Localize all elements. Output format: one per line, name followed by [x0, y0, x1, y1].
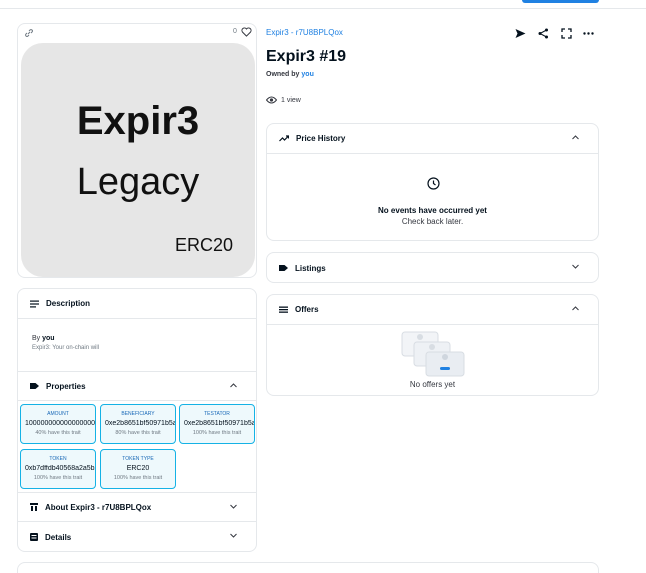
- trait-type: TOKEN TYPE: [122, 456, 154, 462]
- about-heading: About Expir3 - r7U8BPLQox: [45, 502, 152, 512]
- artwork-subtitle: Legacy: [76, 161, 200, 203]
- tag-icon: [30, 383, 39, 389]
- view-count-label: 1 view: [281, 96, 301, 104]
- chevron-up-icon: [572, 306, 579, 311]
- trending-icon: [279, 135, 289, 142]
- trait-rarity: 100% have this trait: [192, 430, 242, 436]
- trait-rarity: 40% have this trait: [35, 430, 81, 436]
- image-card: 0 Expir3 Legacy ERC20: [17, 23, 257, 278]
- more-options-icon[interactable]: [583, 28, 594, 39]
- trait-rarity: 80% have this trait: [115, 430, 161, 436]
- trait-type: BENEFICIARY: [121, 411, 155, 417]
- trait-testator[interactable]: TESTATOR 0xe2b8651bf50971b5a7cbbf1348c2f…: [179, 404, 255, 444]
- tag-icon: [279, 265, 288, 271]
- favorite-count: 0: [233, 28, 237, 35]
- view-count: 1 view: [266, 96, 301, 104]
- trait-beneficiary[interactable]: BENEFICIARY 0xe2b8651bf50971b5a7cbbf1348…: [100, 404, 176, 444]
- trait-rarity: 100% have this trait: [33, 475, 83, 481]
- offers-card: Offers No offers yet: [266, 294, 599, 396]
- trait-rarity: 100% have this trait: [113, 475, 163, 481]
- chevron-up-icon: [230, 383, 237, 388]
- description-heading: Description: [46, 299, 91, 308]
- empty-events-title: No events have occurred yet: [378, 206, 487, 215]
- properties-heading: Properties: [46, 381, 86, 391]
- trait-token-type[interactable]: TOKEN TYPE ERC20 100% have this trait: [100, 449, 176, 489]
- eye-icon: [266, 96, 277, 104]
- details-icon: [30, 533, 38, 541]
- activity-card: [17, 562, 599, 573]
- trait-type: TESTATOR: [204, 411, 230, 417]
- by-prefix: By: [32, 335, 41, 342]
- about-header[interactable]: About Expir3 - r7U8BPLQox: [18, 492, 256, 522]
- description-text: Expir3: Your on-chain will: [32, 345, 100, 351]
- trait-type: AMOUNT: [47, 411, 69, 417]
- offers-list-icon: [279, 306, 288, 313]
- trait-amount[interactable]: AMOUNT 1000000000000000000000 40% have t…: [20, 404, 96, 444]
- properties-header[interactable]: Properties: [18, 371, 256, 401]
- owner-line: Owned by you: [266, 71, 314, 78]
- clock-icon: [427, 177, 440, 190]
- trait-value: 0xe2b8651bf50971b5a7cbbf1348c2f3f6ad3fc1…: [184, 420, 254, 427]
- info-card: Description By you Expir3: Your on-chain…: [17, 288, 257, 552]
- link-icon[interactable]: [24, 28, 34, 38]
- artwork-title: Expir3: [76, 99, 200, 143]
- trait-value: 0xb7dffdb40568a2a5b2a7ec7f4f5a1e3c: [25, 465, 95, 472]
- top-action-button[interactable]: [522, 0, 599, 3]
- owned-prefix: Owned by: [266, 71, 300, 78]
- listings-card[interactable]: Listings: [266, 252, 599, 283]
- description-body: By you Expir3: Your on-chain will: [32, 335, 99, 351]
- nft-artwork[interactable]: Expir3 Legacy ERC20: [21, 43, 255, 277]
- price-history-heading: Price History: [296, 134, 346, 143]
- share-icon[interactable]: [538, 28, 549, 39]
- price-history-header[interactable]: Price History: [267, 124, 598, 154]
- nft-title: Expir3 #19: [266, 48, 347, 65]
- chevron-down-icon: [230, 533, 237, 538]
- trait-value: 0xe2b8651bf50971b5a7cbbf1348c2f3f6ad3fc1…: [105, 420, 175, 427]
- trait-type: TOKEN: [49, 456, 67, 462]
- offers-heading: Offers: [295, 305, 319, 314]
- description-icon: [30, 300, 39, 307]
- offers-header[interactable]: Offers: [267, 295, 598, 325]
- fullscreen-icon[interactable]: [561, 28, 572, 39]
- price-history-card: Price History No events have occurred ye…: [266, 123, 599, 241]
- artwork-standard: ERC20: [174, 235, 233, 255]
- details-heading: Details: [45, 532, 72, 542]
- chevron-down-icon: [230, 504, 237, 509]
- creator-link[interactable]: you: [42, 335, 54, 342]
- description-header: Description: [18, 289, 256, 319]
- owner-link[interactable]: you: [301, 71, 313, 78]
- collection-link[interactable]: Expir3 - r7U8BPLQox: [266, 28, 343, 37]
- listings-heading: Listings: [295, 263, 326, 273]
- about-icon: [30, 503, 38, 511]
- empty-offers-illustration: [401, 331, 465, 377]
- trait-token[interactable]: TOKEN 0xb7dffdb40568a2a5b2a7ec7f4f5a1e3c…: [20, 449, 96, 489]
- heart-icon[interactable]: [241, 27, 252, 37]
- top-divider: [0, 8, 646, 9]
- trait-value: ERC20: [126, 465, 150, 472]
- empty-events-subtitle: Check back later.: [401, 217, 464, 226]
- chevron-down-icon: [572, 264, 579, 269]
- trait-value: 1000000000000000000000: [25, 420, 95, 427]
- listings-header[interactable]: Listings: [267, 253, 598, 283]
- empty-offers-text: No offers yet: [409, 380, 456, 389]
- chevron-up-icon: [572, 135, 579, 140]
- details-header[interactable]: Details: [18, 522, 256, 551]
- send-icon[interactable]: [515, 28, 526, 39]
